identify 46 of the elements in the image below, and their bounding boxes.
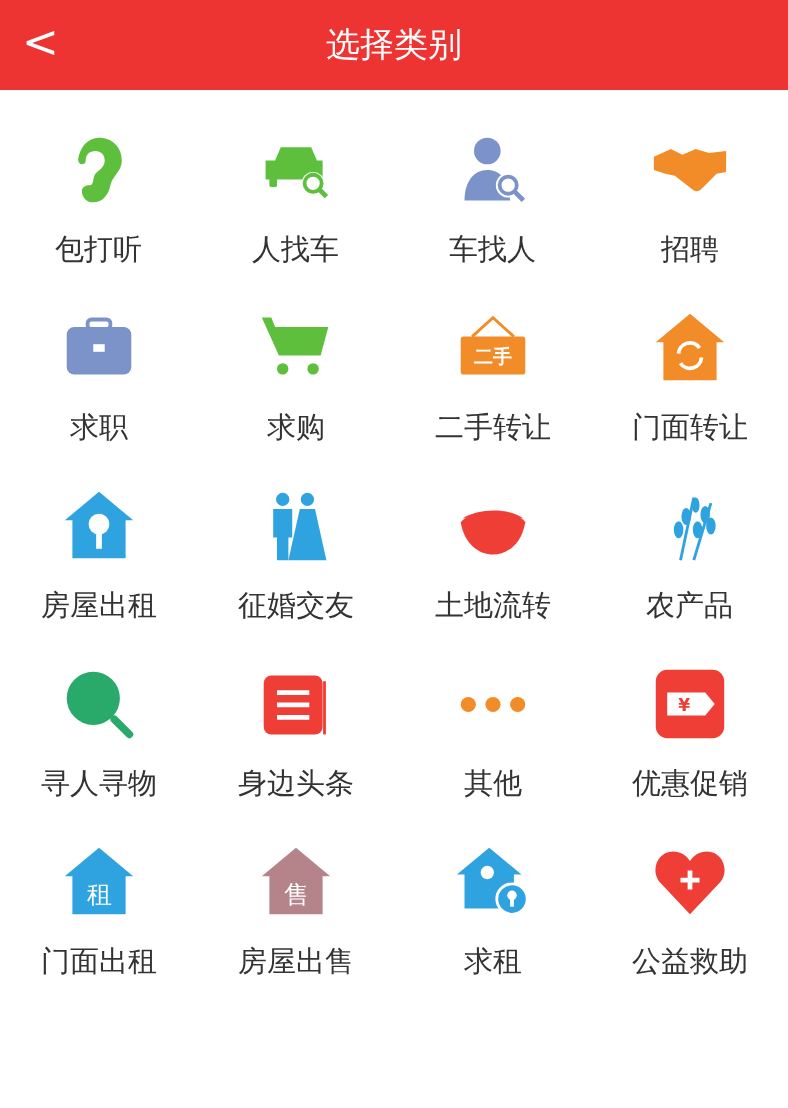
category-item[interactable]: 求租 (394, 844, 591, 978)
category-item[interactable]: 包打听 (0, 132, 197, 266)
category-item[interactable]: 二手 二手转让 (394, 310, 591, 444)
category-item[interactable]: 租 门面出租 (0, 844, 197, 978)
category-item[interactable]: 其他 (394, 666, 591, 800)
category-item[interactable]: 门面转让 (591, 310, 788, 444)
category-label: 门面出租 (40, 944, 157, 978)
category-label: 房屋出售 (237, 944, 354, 978)
category-label: 优惠促销 (631, 766, 748, 800)
category-label: 门面转让 (631, 410, 748, 444)
category-item[interactable]: ¥ 优惠促销 (591, 666, 788, 800)
category-label: 求职 (69, 410, 128, 444)
house-text: 售 (283, 879, 308, 909)
category-label: 征婚交友 (237, 588, 354, 622)
sign-text: 二手 (473, 345, 512, 368)
category-item[interactable]: 身边头条 (197, 666, 394, 800)
category-label: 二手转让 (434, 410, 551, 444)
category-label: 求购 (266, 410, 325, 444)
page-title: 选择类别 (326, 23, 462, 66)
category-item[interactable]: 招聘 (591, 132, 788, 266)
category-item[interactable]: 房屋出租 (0, 488, 197, 622)
category-item[interactable]: 车找人 (394, 132, 591, 266)
category-label: 包打听 (55, 232, 142, 266)
category-label: 人找车 (252, 232, 339, 266)
back-button[interactable]: < (14, 14, 67, 70)
category-label: 寻人寻物 (40, 766, 157, 800)
category-item[interactable]: 农产品 (591, 488, 788, 622)
category-label: 车找人 (449, 232, 536, 266)
category-item[interactable]: 公益救助 (591, 844, 788, 978)
house-text: 租 (86, 879, 111, 909)
category-item[interactable]: 求购 (197, 310, 394, 444)
category-label: 房屋出租 (40, 588, 157, 622)
category-label: 招聘 (660, 232, 719, 266)
yuan-text: ¥ (677, 694, 690, 715)
category-label: 土地流转 (434, 588, 551, 622)
category-item[interactable]: 征婚交友 (197, 488, 394, 622)
category-item[interactable]: 求职 (0, 310, 197, 444)
category-label: 求租 (463, 944, 522, 978)
category-item[interactable]: 人找车 (197, 132, 394, 266)
category-item[interactable]: 寻人寻物 (0, 666, 197, 800)
category-label: 农产品 (646, 588, 733, 622)
category-label: 身边头条 (237, 766, 354, 800)
category-label: 其他 (463, 766, 522, 800)
category-item[interactable]: 土地流转 (394, 488, 591, 622)
category-label: 公益救助 (631, 944, 748, 978)
category-item[interactable]: 售 房屋出售 (197, 844, 394, 978)
